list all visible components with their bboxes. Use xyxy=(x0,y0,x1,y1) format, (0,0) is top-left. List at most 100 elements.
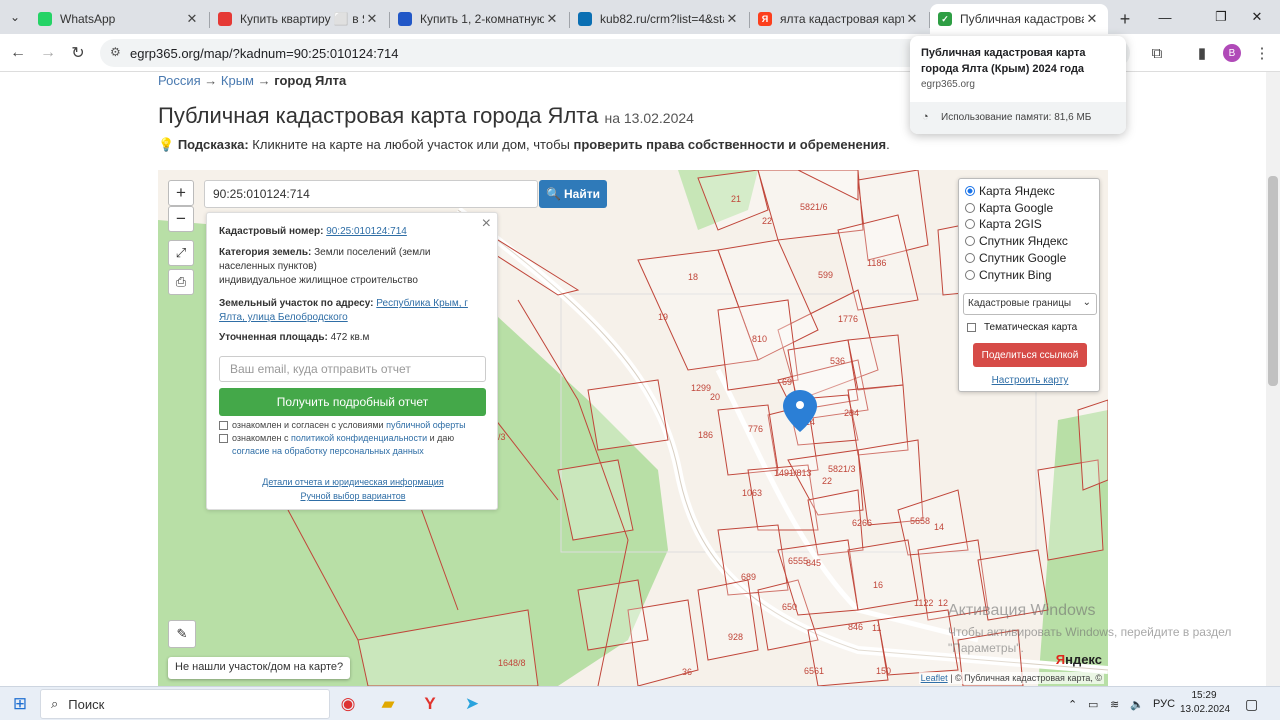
tab-favicon-icon xyxy=(398,12,412,26)
clock[interactable]: 15:29 13.02.2024 xyxy=(1180,689,1230,717)
tab-favicon-icon xyxy=(218,12,232,26)
tab-5[interactable]: ✓ Публичная кадастровая к✕ xyxy=(930,4,1108,34)
tab-favicon-icon xyxy=(578,12,592,26)
parcel[interactable] xyxy=(847,539,919,611)
layer-radio[interactable] xyxy=(965,236,975,247)
language-indicator[interactable]: РУС xyxy=(1153,687,1175,721)
menu-icon[interactable]: ⋮ xyxy=(1248,34,1276,72)
print-icon[interactable]: ⎙ xyxy=(168,269,194,295)
layer-radio[interactable] xyxy=(965,252,975,263)
consent-privacy-checkbox[interactable] xyxy=(219,434,228,443)
windows-start-icon[interactable]: ⊞ xyxy=(2,687,38,721)
layer-radio[interactable] xyxy=(965,186,975,196)
parcel-label: 1299 xyxy=(691,383,711,393)
thematic-checkbox[interactable] xyxy=(967,323,976,332)
telegram-icon[interactable]: ➤ xyxy=(454,687,490,721)
windows-activation-text: Чтобы активировать Windows, перейдите в … xyxy=(948,625,1232,655)
reload-button[interactable]: ↻ xyxy=(63,43,93,63)
layer-radio[interactable] xyxy=(965,219,975,230)
tab-2[interactable]: Купить 1, 2-комнатную к ✕ xyxy=(390,4,570,34)
site-info-icon[interactable]: ⚙ xyxy=(110,45,121,59)
leaflet-link[interactable]: Leaflet xyxy=(921,673,948,683)
profile-button[interactable]: B xyxy=(1218,34,1246,72)
fullscreen-icon[interactable]: ⤢ xyxy=(168,240,194,266)
taskbar-search[interactable]: ⌕ Поиск xyxy=(40,689,330,719)
thematic-map-toggle[interactable]: Тематическая карта xyxy=(967,322,1077,333)
side-panel-icon[interactable]: ▮ xyxy=(1188,34,1216,72)
volume-icon[interactable]: 🔈 xyxy=(1130,687,1144,721)
layer-option[interactable]: Карта Яндекс xyxy=(965,183,1055,199)
layer-option[interactable]: Спутник Google xyxy=(965,250,1066,266)
share-link-button[interactable]: Поделиться ссылкой xyxy=(973,343,1087,367)
cadastral-search-input[interactable]: 90:25:010124:714 xyxy=(204,180,538,208)
tab-1[interactable]: Купить квартиру ⬜ в Ялт✕ xyxy=(210,4,390,34)
tray-expand-icon[interactable]: ⌃ xyxy=(1068,687,1077,721)
search-icon: 🔍 xyxy=(546,187,561,201)
tab-0[interactable]: WhatsApp ✕ xyxy=(30,4,210,34)
breadcrumb-crimea[interactable]: Крым xyxy=(221,73,254,88)
not-found-button[interactable]: Не нашли участок/дом на карте? xyxy=(168,657,351,679)
yandex-browser-icon[interactable]: Y xyxy=(412,687,448,721)
breadcrumb-russia[interactable]: Россия xyxy=(158,73,201,88)
parcel-label: 1776 xyxy=(838,314,858,324)
lightbulb-icon: 💡 xyxy=(158,137,175,152)
email-field[interactable]: Ваш email, куда отправить отчет xyxy=(219,356,486,382)
parcel[interactable] xyxy=(847,334,904,391)
pdata-link[interactable]: согласие на обработку персональных данны… xyxy=(232,446,424,456)
layer-label: Карта Яндекс xyxy=(979,184,1055,198)
parcel[interactable] xyxy=(717,404,779,476)
zoom-out-button[interactable]: − xyxy=(168,206,194,232)
tab-favicon-icon: Я xyxy=(758,12,772,26)
parcel-label: 1186 xyxy=(867,258,886,268)
layer-option[interactable]: Карта 2GIS xyxy=(965,216,1042,232)
layer-select[interactable]: Кадастровые границы ⌄ xyxy=(963,293,1097,315)
tab-close-icon[interactable]: ✕ xyxy=(1084,11,1100,27)
parcel-info-panel: × Кадастровый номер: 90:25:010124:714 Ка… xyxy=(206,212,498,510)
tab-close-icon[interactable]: ✕ xyxy=(904,11,920,27)
layer-option[interactable]: Спутник Яндекс xyxy=(965,233,1068,249)
get-report-button[interactable]: Получить подробный отчет xyxy=(219,388,486,416)
parcel[interactable] xyxy=(1077,399,1108,491)
chrome-icon[interactable]: ◉ xyxy=(330,687,366,721)
zoom-in-button[interactable]: + xyxy=(168,180,194,206)
consent-offer-checkbox[interactable] xyxy=(219,421,228,430)
parcel[interactable] xyxy=(587,379,669,451)
minimize-button[interactable]: — xyxy=(1142,0,1188,34)
details-link[interactable]: Детали отчета и юридическая информация xyxy=(207,477,499,487)
privacy-link[interactable]: политикой конфиденциальности xyxy=(291,433,427,443)
tab-title: Публичная кадастровая к xyxy=(960,12,1084,26)
tab-close-icon[interactable]: ✕ xyxy=(724,11,740,27)
tab-4[interactable]: Яялта кадастровая карта с✕ xyxy=(750,4,930,34)
search-button[interactable]: 🔍 Найти xyxy=(539,180,607,208)
parcel-label: 810 xyxy=(752,334,767,344)
url-text: egrp365.org/map/?kadnum=90:25:010124:714 xyxy=(130,45,399,61)
parcel-label: 5821/6 xyxy=(800,202,828,212)
tab-close-icon[interactable]: ✕ xyxy=(364,11,380,27)
layer-radio[interactable] xyxy=(965,269,975,280)
ruler-icon[interactable]: ✎ xyxy=(168,620,196,648)
manual-choice-link[interactable]: Ручной выбор вариантов xyxy=(207,491,499,501)
forward-button[interactable]: → xyxy=(33,44,63,62)
tab-3[interactable]: kub82.ru/crm?list=4&statu✕ xyxy=(570,4,750,34)
layer-radio[interactable] xyxy=(965,202,975,213)
close-window-button[interactable]: ✕ xyxy=(1234,0,1280,34)
network-icon[interactable]: ▭ xyxy=(1088,687,1098,721)
back-button[interactable]: ← xyxy=(3,44,33,62)
configure-map-link[interactable]: Настроить карту xyxy=(959,375,1101,386)
wifi-icon[interactable]: ≋ xyxy=(1110,687,1119,721)
notifications-icon[interactable]: ▢ xyxy=(1245,687,1258,721)
scrollbar-thumb[interactable] xyxy=(1268,176,1278,386)
avatar: B xyxy=(1223,44,1241,62)
extensions-icon[interactable]: ⧉ xyxy=(1143,34,1171,72)
tab-close-icon[interactable]: ✕ xyxy=(184,11,200,27)
cad-number-link[interactable]: 90:25:010124:714 xyxy=(326,226,407,237)
new-tab-button[interactable]: + xyxy=(1110,4,1140,34)
tab-close-icon[interactable]: ✕ xyxy=(544,11,560,27)
tab-search-dropdown[interactable]: ⌄ xyxy=(0,0,30,34)
parcel[interactable] xyxy=(697,579,759,661)
file-explorer-icon[interactable]: ▰ xyxy=(370,687,406,721)
layer-option[interactable]: Спутник Bing xyxy=(965,267,1052,283)
page-scrollbar[interactable] xyxy=(1266,72,1280,686)
layer-option[interactable]: Карта Google xyxy=(965,200,1053,216)
offer-link[interactable]: публичной оферты xyxy=(386,420,466,430)
